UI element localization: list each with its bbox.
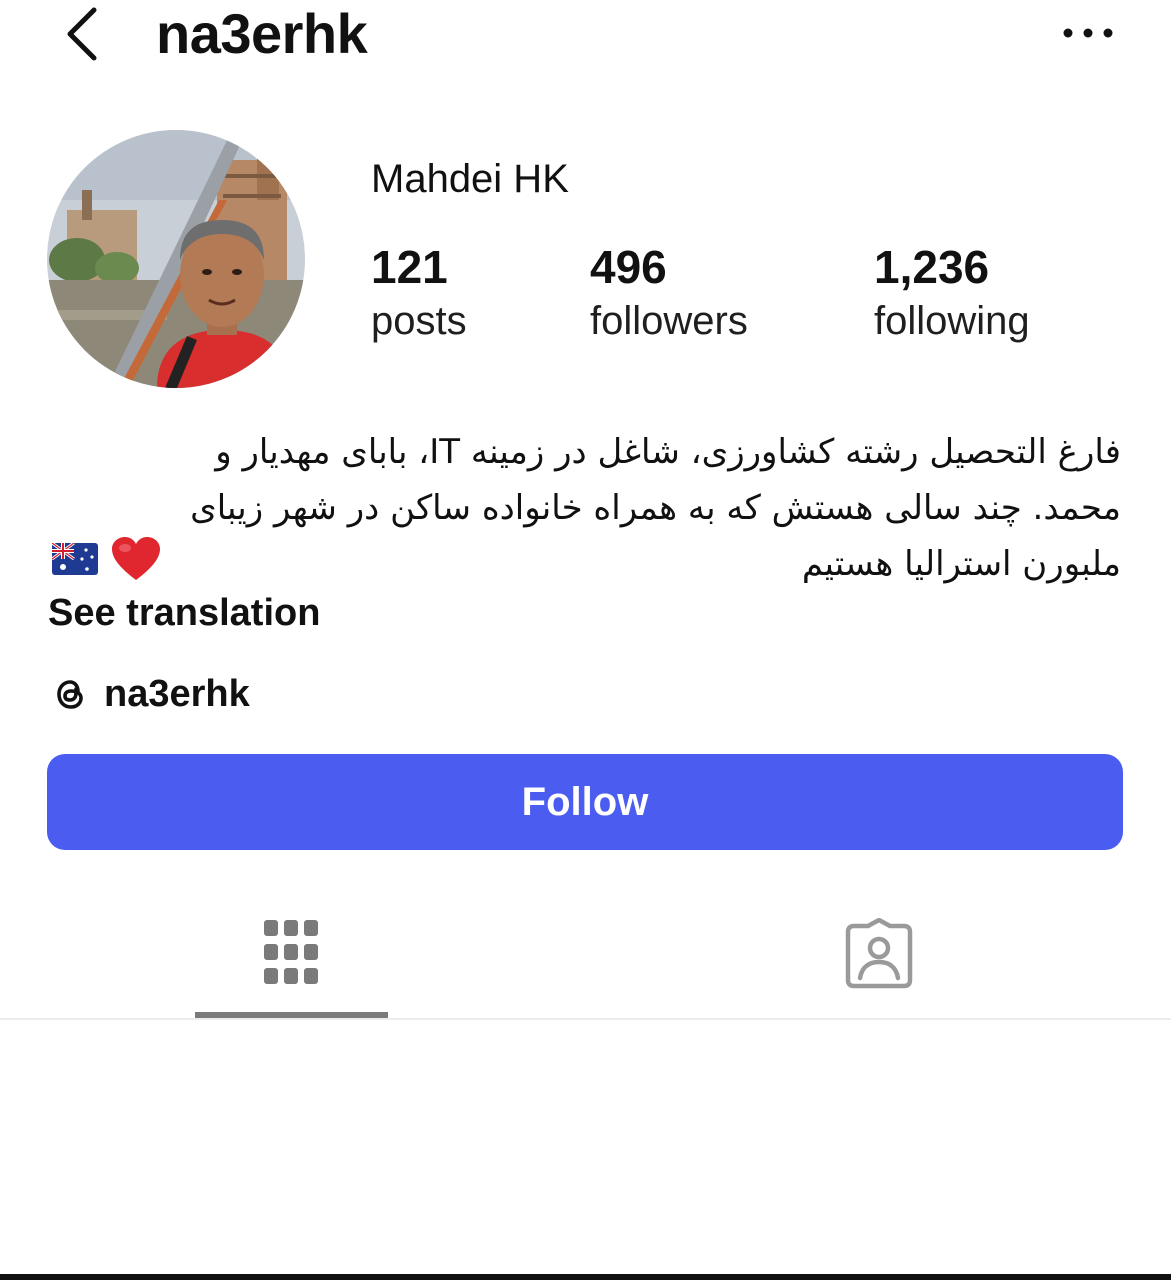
see-translation-link[interactable]: See translation — [48, 588, 320, 638]
bottom-edge — [0, 1274, 1171, 1280]
posts-count-label: posts — [371, 299, 467, 343]
threads-profile-link[interactable]: na3erhk — [48, 668, 250, 720]
profile-display-name: Mahdei HK — [371, 157, 569, 201]
followers-count-label: followers — [590, 299, 748, 343]
profile-bio: فارغ التحصیل رشته کشاورزی، شاغل در زمینه… — [47, 424, 1121, 592]
bio-line: ملبورن استرالیا هستیم — [801, 544, 1121, 584]
grid-icon — [263, 920, 318, 984]
tab-posts-grid[interactable] — [195, 900, 388, 1018]
followers-count[interactable]: 496 followers — [590, 240, 748, 348]
profile-username: na3erhk — [156, 2, 368, 65]
chevron-left-icon — [67, 7, 97, 61]
tabs-divider — [0, 1018, 1171, 1020]
following-count-value: 1,236 — [874, 241, 990, 293]
following-count-label: following — [874, 299, 1030, 343]
back-button[interactable] — [58, 2, 110, 66]
threads-handle: na3erhk — [104, 673, 250, 715]
australia-flag-emoji — [52, 543, 98, 575]
more-horizontal-icon — [1063, 28, 1113, 38]
posts-count-value: 121 — [371, 241, 448, 293]
bio-line: محمد. چند سالی هستش که به همراه خانواده … — [190, 488, 1121, 528]
followers-count-value: 496 — [590, 241, 667, 293]
tab-tagged[interactable] — [782, 900, 975, 1018]
bio-line: فارغ التحصیل رشته کشاورزی، شاغل در زمینه… — [215, 432, 1121, 472]
more-options-button[interactable] — [1056, 18, 1120, 48]
threads-icon — [57, 680, 83, 709]
follow-button[interactable]: Follow — [47, 754, 1123, 850]
posts-count[interactable]: 121 posts — [371, 240, 467, 348]
red-heart-emoji — [112, 537, 160, 580]
avatar-photo — [47, 130, 305, 388]
following-count[interactable]: 1,236 following — [874, 240, 1030, 348]
profile-avatar[interactable] — [47, 130, 305, 388]
tagged-person-icon — [845, 918, 912, 989]
